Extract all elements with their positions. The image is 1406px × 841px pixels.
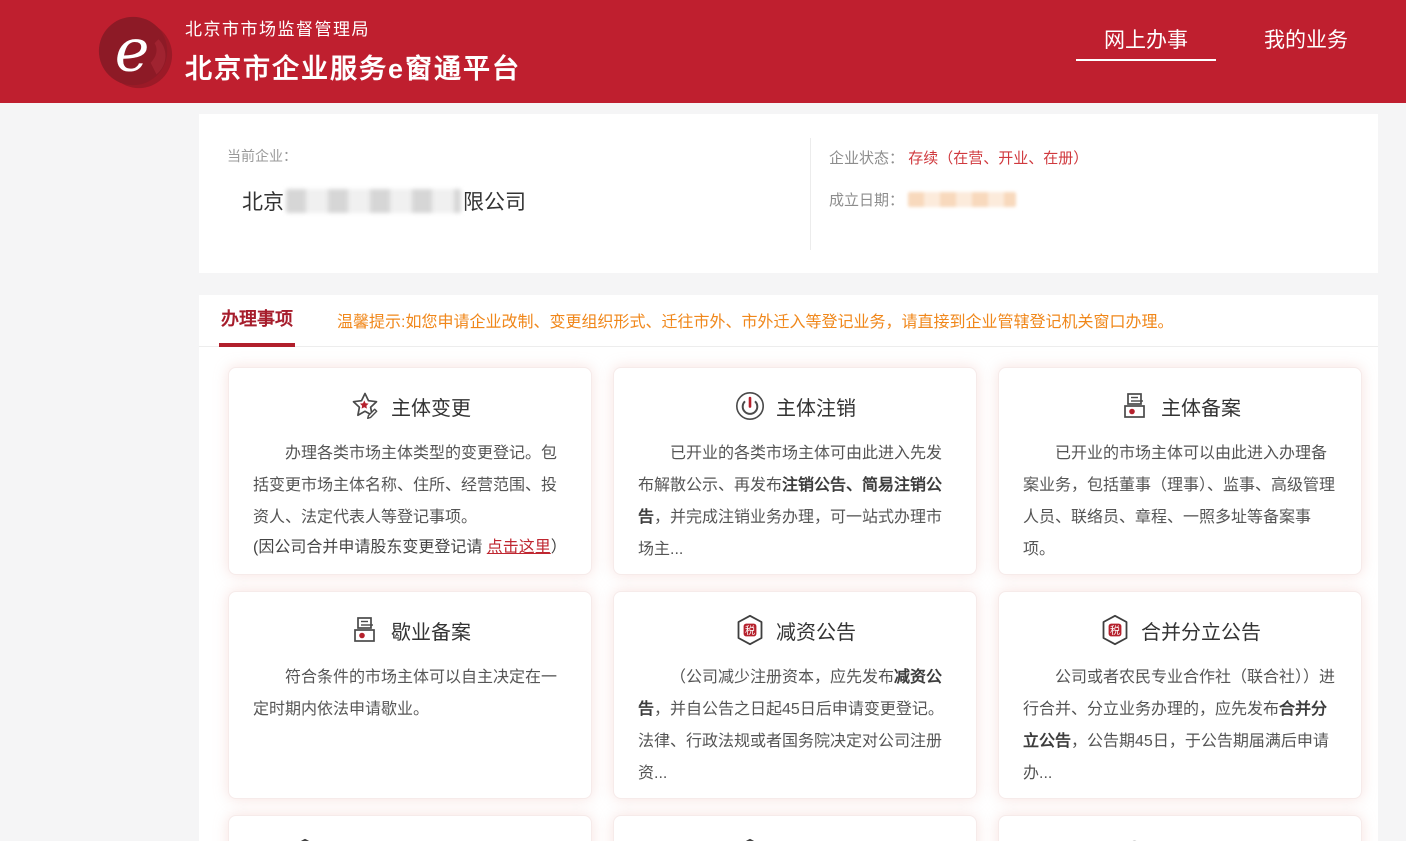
svg-text:税: 税: [1110, 624, 1120, 637]
card-title: 合并分立公告: [1141, 616, 1261, 645]
page-title: 北京市企业服务e窗通平台: [185, 47, 521, 86]
founded-date-redacted: [908, 192, 1016, 207]
body-text: （公司减少注册资本，应先发布: [670, 669, 894, 686]
company-name-redacted: [286, 189, 461, 213]
stamp-icon: [349, 614, 381, 646]
app-header: e 北京市市场监督管理局 北京市企业服务e窗通平台 网上办事 我的业务: [0, 0, 1406, 103]
company-name: 北京 限公司: [242, 186, 526, 216]
service-card-1[interactable]: 主体变更 办理各类市场主体类型的变更登记。包括变更市场主体名称、住所、经营范围、…: [228, 367, 592, 575]
card-note-line: (因公司合并申请股东变更登记请 点击这里）: [253, 534, 567, 561]
card-header: 税 涉税事项: [638, 834, 952, 841]
tax-hexagon-icon: 税: [734, 614, 766, 646]
card-header: 税 减资公告: [638, 610, 952, 650]
service-cards-grid: 主体变更 办理各类市场主体类型的变更登记。包括变更市场主体名称、住所、经营范围、…: [199, 347, 1378, 841]
card-description: 已开业的各类市场主体可由此进入先发布解散公示、再发布注销公告、简易注销公告，并完…: [638, 438, 952, 566]
service-card-5[interactable]: 税 减资公告 （公司减少注册资本，应先发布减资公告，并自公告之日起45日后申请变…: [613, 591, 977, 799]
card-paragraph: 已开业的市场主体可以由此进入办理备案业务，包括董事（理事）、监事、高级管理人员、…: [1023, 438, 1337, 566]
warm-notice-text: 温馨提示:如您申请企业改制、变更组织形式、迁往市外、市外迁入等登记业务，请直接到…: [337, 308, 1173, 346]
tax-hexagon-icon: 税: [1099, 614, 1131, 646]
card-paragraph: （公司减少注册资本，应先发布减资公: [638, 662, 952, 694]
star-pencil-icon: [349, 390, 381, 422]
card-title: 主体变更: [391, 392, 471, 421]
body-text: (因公司合并申请股东变更登记请: [253, 539, 487, 556]
body-text: ，并完成注销业务办理，可一站式办理市场主...: [638, 509, 942, 558]
svg-text:税: 税: [745, 624, 755, 637]
card-description: 已开业的市场主体可以由此进入办理备案业务，包括董事（理事）、监事、高级管理人员、…: [1023, 438, 1337, 566]
services-tabbar: 办理事项 温馨提示:如您申请企业改制、变更组织形式、迁往市外、市外迁入等登记业务…: [199, 295, 1378, 347]
current-enterprise-label: 当前企业：: [227, 146, 297, 166]
company-name-suffix: 限公司: [463, 191, 526, 214]
header-titles: 北京市市场监督管理局 北京市企业服务e窗通平台: [185, 15, 521, 86]
body-text: ，并自公告之日起45日后申请变更登记。法律、行政法规或者国务院决定对公司注册资.…: [638, 701, 944, 782]
founded-label: 成立日期：: [829, 192, 904, 209]
click-here-link[interactable]: 点击这里: [487, 539, 551, 556]
card-header: 主体变更: [253, 386, 567, 426]
services-panel: 办理事项 温馨提示:如您申请企业改制、变更组织形式、迁往市外、市外迁入等登记业务…: [199, 295, 1378, 841]
card-description: （公司减少注册资本，应先发布减资公告，并自公告之日起45日后申请变更登记。法律、…: [638, 662, 952, 790]
card-title: 主体备案: [1161, 392, 1241, 421]
agency-name: 北京市市场监督管理局: [185, 15, 521, 40]
card-header: 税 营业执照作废声明公告: [253, 834, 567, 841]
enterprise-info-panel: 当前企业： 北京 限公司 企业状态： 存续（在营、开业、在册） 成立日期：: [199, 114, 1378, 273]
power-icon: [734, 390, 766, 422]
card-header: 主体注销: [638, 386, 952, 426]
status-row: 企业状态： 存续（在营、开业、在册）: [829, 147, 1088, 168]
status-label: 企业状态：: [829, 150, 904, 167]
nav-tab-online-services[interactable]: 网上办事: [1076, 0, 1216, 103]
stamp-icon: [1119, 390, 1151, 422]
card-paragraph: 已开业的各类市场主体可由此进入先发布解散公示、再发布注销公告、简易注销公告，并完…: [638, 438, 952, 566]
card-header: 主体备案: [1023, 386, 1337, 426]
card-paragraph: 符合条件的市场主体可以自主决定在一定时期内依法申请歇业。: [253, 662, 567, 726]
service-card-7[interactable]: 税 营业执照作废声明公告: [228, 815, 592, 841]
emphasized-text: 减资公: [894, 669, 942, 686]
service-card-4[interactable]: 歇业备案 符合条件的市场主体可以自主决定在一定时期内依法申请歇业。: [228, 591, 592, 799]
enterprise-status-block: 企业状态： 存续（在营、开业、在册） 成立日期：: [829, 147, 1088, 231]
card-header: 员工登记: [1023, 834, 1337, 841]
service-card-8[interactable]: 税 涉税事项: [613, 815, 977, 841]
header-nav: 网上办事 我的业务: [1056, 0, 1376, 103]
founded-row: 成立日期：: [829, 189, 1088, 210]
body-text: 符合条件的市场主体可以自主决定在一定时期内依法申请歇业。: [253, 669, 557, 718]
service-card-9[interactable]: 员工登记: [998, 815, 1362, 841]
card-header: 税 合并分立公告: [1023, 610, 1337, 650]
vertical-divider: [810, 138, 811, 250]
status-value: 存续（在营、开业、在册）: [908, 150, 1088, 167]
card-title: 歇业备案: [391, 616, 471, 645]
emphasized-text: 告: [638, 701, 654, 718]
body-text: 已开业的市场主体可以由此进入办理备案业务，包括董事（理事）、监事、高级管理人员、…: [1023, 445, 1335, 558]
card-paragraph: 公司或者农民专业合作社（联合社））进行合并、分立业务办理的，应先发布合并分立公告…: [1023, 662, 1337, 790]
card-paragraph: 办理各类市场主体类型的变更登记。包括变更市场主体名称、住所、经营范围、投资人、法…: [253, 438, 567, 534]
company-name-prefix: 北京: [242, 191, 284, 214]
body-text: 办理各类市场主体类型的变更登记。包括变更市场主体名称、住所、经营范围、投资人、法…: [253, 445, 557, 526]
card-header: 歇业备案: [253, 610, 567, 650]
svg-text:e: e: [115, 17, 150, 85]
tab-handle-matters[interactable]: 办理事项: [219, 305, 295, 347]
nav-tab-my-business[interactable]: 我的业务: [1236, 0, 1376, 103]
ewindow-logo-icon: e: [94, 10, 176, 94]
body-text: ）: [551, 539, 567, 556]
card-description: 符合条件的市场主体可以自主决定在一定时期内依法申请歇业。: [253, 662, 567, 726]
card-description: 公司或者农民专业合作社（联合社））进行合并、分立业务办理的，应先发布合并分立公告…: [1023, 662, 1337, 790]
card-paragraph: 告，并自公告之日起45日后申请变更登记。法律、行政法规或者国务院决定对公司注册资…: [638, 694, 952, 790]
service-card-2[interactable]: 主体注销 已开业的各类市场主体可由此进入先发布解散公示、再发布注销公告、简易注销…: [613, 367, 977, 575]
card-description: 办理各类市场主体类型的变更登记。包括变更市场主体名称、住所、经营范围、投资人、法…: [253, 438, 567, 561]
card-title: 主体注销: [776, 392, 856, 421]
card-title: 减资公告: [776, 616, 856, 645]
service-card-3[interactable]: 主体备案 已开业的市场主体可以由此进入办理备案业务，包括董事（理事）、监事、高级…: [998, 367, 1362, 575]
service-card-6[interactable]: 税 合并分立公告 公司或者农民专业合作社（联合社））进行合并、分立业务办理的，应…: [998, 591, 1362, 799]
